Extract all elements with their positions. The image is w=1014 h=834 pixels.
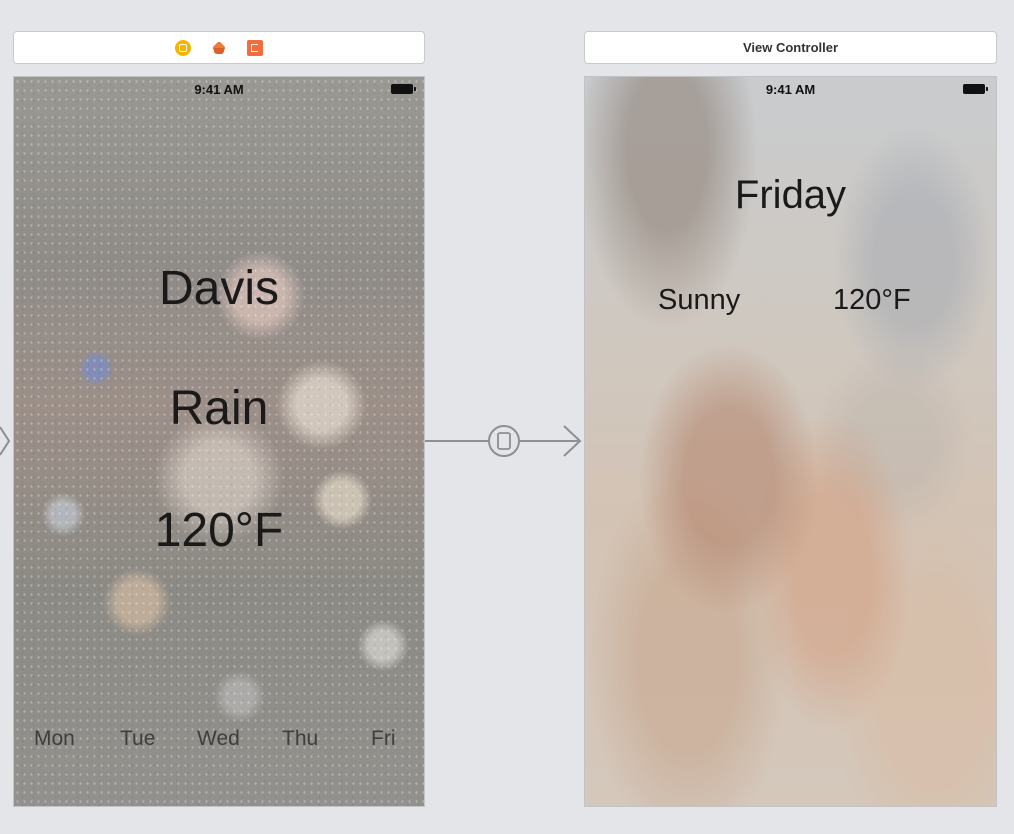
scene-dock-right[interactable]: View Controller <box>584 31 997 64</box>
scene-dock-left[interactable] <box>13 31 425 64</box>
segue-arrowhead <box>563 425 582 457</box>
storyboard-canvas: View Controller 9:41 AM Davis Rain 120°F… <box>0 0 1014 834</box>
day-button-wed[interactable]: Wed <box>197 727 240 751</box>
battery-icon <box>391 84 416 94</box>
days-row: Mon Tue Wed Thu Fri <box>14 727 424 751</box>
segue-icon[interactable] <box>488 425 520 457</box>
exit-icon[interactable] <box>247 39 263 56</box>
day-button-fri[interactable]: Fri <box>371 727 396 751</box>
phone-screen-right[interactable]: 9:41 AM Friday Sunny 120°F <box>584 76 997 807</box>
day-button-mon[interactable]: Mon <box>34 727 75 751</box>
entry-point-arrow[interactable] <box>0 426 11 456</box>
city-label[interactable]: Davis <box>14 261 424 316</box>
scene-title: View Controller <box>742 40 839 55</box>
view-controller-icon[interactable] <box>175 39 191 56</box>
day-button-tue[interactable]: Tue <box>120 727 155 751</box>
day-label[interactable]: Friday <box>585 173 996 218</box>
battery-icon <box>963 84 988 94</box>
status-time: 9:41 AM <box>194 82 244 97</box>
first-responder-icon[interactable] <box>211 40 227 56</box>
day-button-thu[interactable]: Thu <box>282 727 318 751</box>
weather-label[interactable]: Sunny <box>658 284 740 317</box>
temperature-label[interactable]: 120°F <box>833 284 911 317</box>
phone-screen-left[interactable]: 9:41 AM Davis Rain 120°F Mon Tue Wed Thu… <box>13 76 425 807</box>
temperature-label[interactable]: 120°F <box>14 503 424 558</box>
status-time: 9:41 AM <box>765 82 816 97</box>
condition-label[interactable]: Rain <box>14 381 424 436</box>
